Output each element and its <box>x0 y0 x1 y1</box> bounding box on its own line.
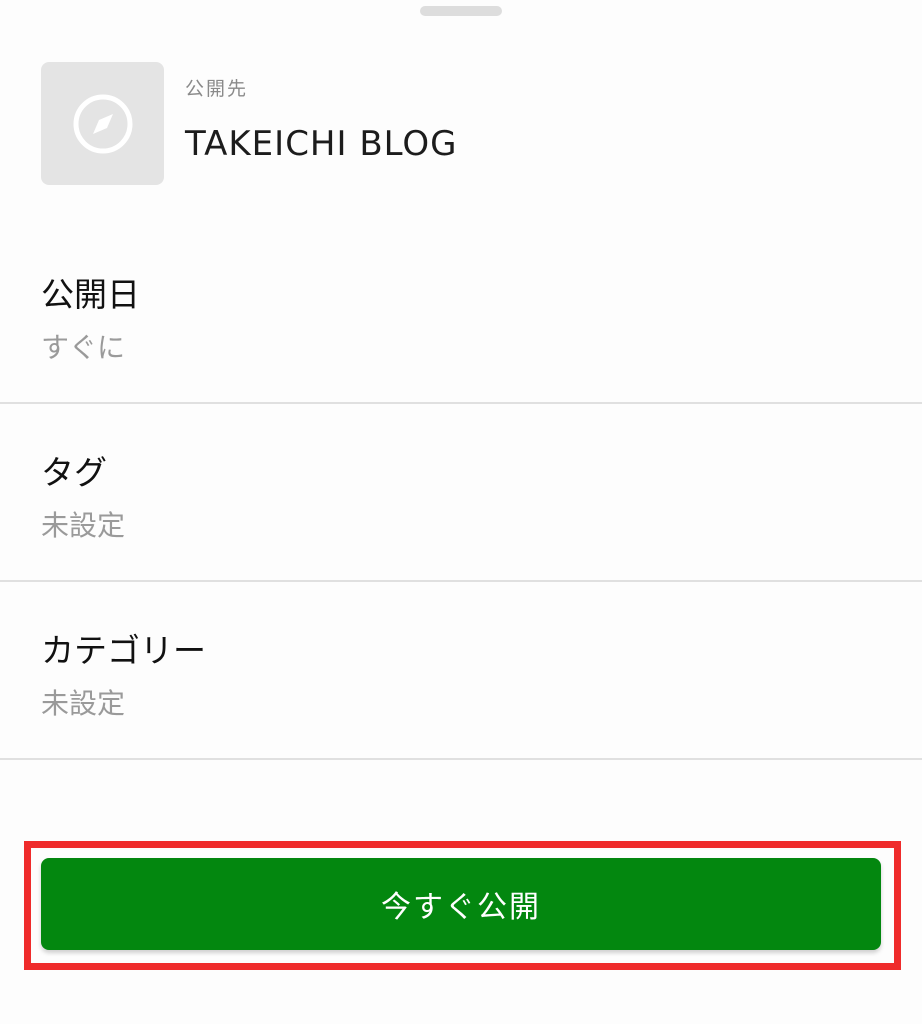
setting-label: 公開日 <box>41 275 140 314</box>
destination-name: TAKEICHI BLOG <box>185 124 458 164</box>
publish-sheet: 公開先 TAKEICHI BLOG 公開日 すぐに タグ 未設定 カテゴリー 未… <box>0 0 922 1024</box>
setting-label: タグ <box>41 453 107 492</box>
publish-destination[interactable]: 公開先 TAKEICHI BLOG <box>41 62 881 186</box>
setting-value: 未設定 <box>41 509 126 542</box>
publish-now-button[interactable]: 今すぐ公開 <box>41 858 881 950</box>
destination-caption: 公開先 <box>185 78 249 100</box>
compass-icon <box>73 94 132 153</box>
drag-handle[interactable] <box>420 6 502 16</box>
setting-row-tags[interactable]: タグ 未設定 <box>0 404 922 582</box>
setting-label: カテゴリー <box>41 631 206 670</box>
destination-thumbnail <box>41 62 164 185</box>
setting-value: 未設定 <box>41 687 126 720</box>
setting-value: すぐに <box>41 331 126 364</box>
setting-row-category[interactable]: カテゴリー 未設定 <box>0 582 922 760</box>
setting-row-publish-date[interactable]: 公開日 すぐに <box>0 226 922 404</box>
